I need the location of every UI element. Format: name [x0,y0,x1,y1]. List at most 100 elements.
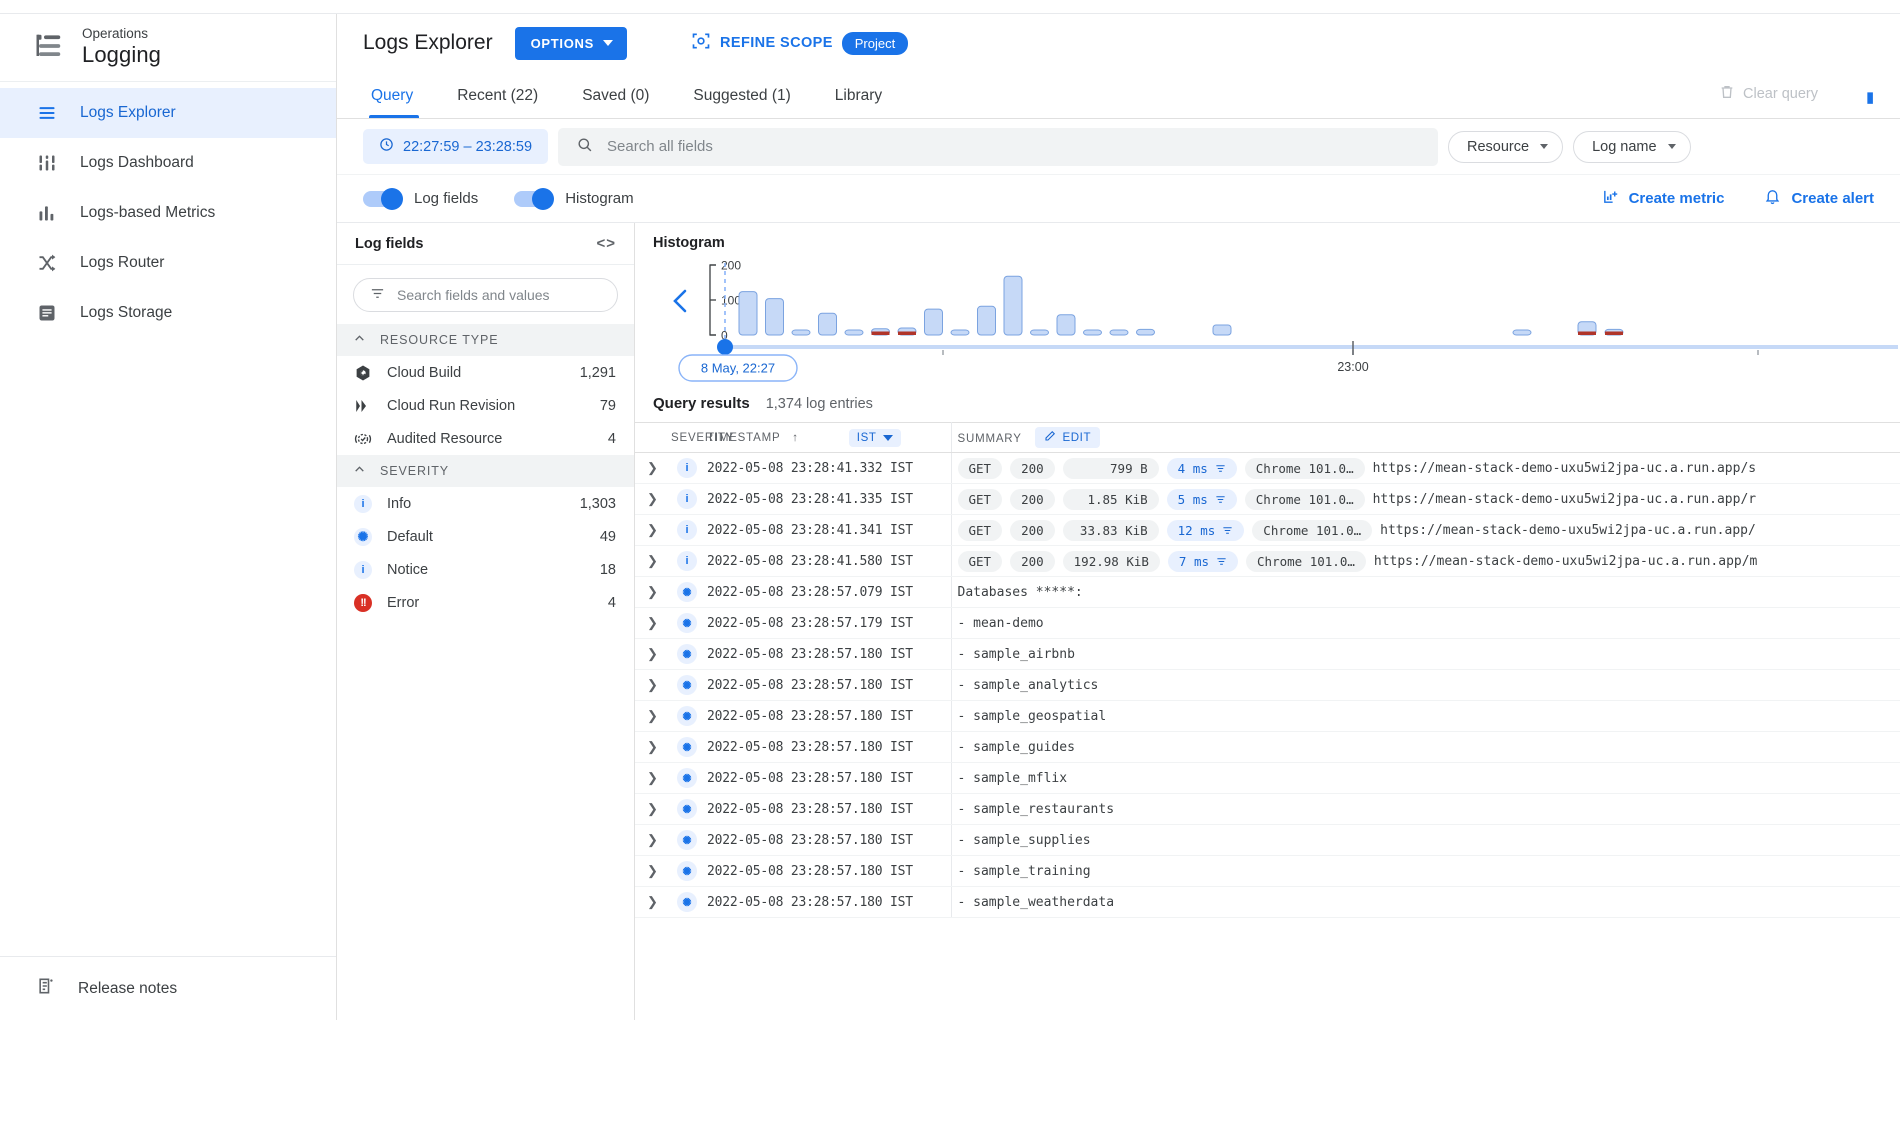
tab-library[interactable]: Library [813,87,904,118]
query-bar: 22:27:59 – 23:28:59 Search all fields Re… [337,119,1900,175]
field-row-notice[interactable]: i Notice 18 [337,553,634,586]
edit-summary-button[interactable]: EDIT [1035,427,1101,448]
table-row[interactable]: ❯ ✺ 2022-05-08 23:28:57.180 IST - sample_re… [635,793,1900,825]
chevron-up-icon [353,463,366,479]
table-row[interactable]: ❯ i 2022-05-08 23:28:41.335 IST GET 200 1.85 … [635,483,1900,515]
row-summary: - sample_airbnb [951,638,1900,670]
log-fields-toggle[interactable] [363,187,403,210]
release-notes-link[interactable]: Release notes [0,956,336,1020]
table-row[interactable]: ❯ ✺ 2022-05-08 23:28:57.180 IST - sample_su… [635,824,1900,856]
default-severity-icon: ✺ [677,861,697,881]
table-row[interactable]: ❯ ✺ 2022-05-08 23:28:57.179 IST - mean-demo [635,607,1900,639]
expand-row-button[interactable]: ❯ [635,514,665,546]
row-summary: GET 200 192.98 KiB 7 ms Chrome 101.0… https:… [951,545,1900,577]
row-timestamp: 2022-05-08 23:28:57.180 IST [701,824,952,856]
default-severity-icon: ✺ [677,675,697,695]
logs-table-head: SEVERITY TIMESTAMP ↑ IST SUMMARY EDIT [635,422,1900,453]
info-severity-icon: i [677,551,697,571]
run-query-button-partial[interactable]: ▮ [1866,88,1880,106]
sidebar-item-logs-based-metrics[interactable]: Logs-based Metrics [0,188,336,238]
field-row-cloud-run-revision[interactable]: Cloud Run Revision 79 [337,389,634,422]
resource-filter-button[interactable]: Resource [1448,130,1564,163]
collapse-expand-icon[interactable]: <> [596,235,616,252]
table-row[interactable]: ❯ ✺ 2022-05-08 23:28:57.180 IST - sample_mf… [635,762,1900,794]
group-header-resource-type[interactable]: RESOURCE TYPE [337,324,634,356]
create-metric-label: Create metric [1628,190,1725,207]
tab-recent[interactable]: Recent (22) [435,87,560,118]
timezone-label: IST [856,431,877,444]
log-text: - sample_guides [957,740,1075,755]
fields-search-input[interactable]: Search fields and values [353,278,618,312]
http-status-tag: 200 [1010,488,1055,510]
field-row-cloud-build[interactable]: Cloud Build 1,291 [337,356,634,389]
trash-icon [1719,84,1735,104]
tab-query[interactable]: Query [363,87,435,118]
chevron-right-icon: ❯ [647,894,658,909]
timezone-selector[interactable]: IST [848,428,901,447]
field-label: Notice [387,561,429,578]
table-row[interactable]: ❯ ✺ 2022-05-08 23:28:57.180 IST - sample_ge… [635,700,1900,732]
field-row-audited-resource[interactable]: Audited Resource 4 [337,422,634,455]
time-range-selector[interactable]: 22:27:59 – 23:28:59 [363,129,549,164]
field-row-info[interactable]: i Info 1,303 [337,487,634,520]
tab-suggested[interactable]: Suggested (1) [671,87,812,118]
chevron-right-icon: ❯ [647,522,658,537]
field-label: Default [387,528,433,545]
table-row[interactable]: ❯ ✺ 2022-05-08 23:28:57.180 IST - sample_we… [635,886,1900,918]
sidebar-item-logs-router[interactable]: Logs Router [0,238,336,288]
expand-row-button[interactable]: ❯ [635,793,665,825]
expand-row-button[interactable]: ❯ [635,886,665,918]
group-header-severity[interactable]: SEVERITY [337,455,634,487]
default-severity-icon: ✺ [677,799,697,819]
field-row-error[interactable]: !! Error 4 [337,586,634,619]
sort-asc-icon[interactable]: ↑ [792,432,799,444]
group-title: SEVERITY [380,464,450,478]
expand-row-button[interactable]: ❯ [635,700,665,732]
expand-row-button[interactable]: ❯ [635,824,665,856]
chevron-right-icon: ❯ [647,832,658,847]
create-alert-button[interactable]: Create alert [1764,188,1874,209]
clear-query-button[interactable]: Clear query [1719,84,1818,104]
expand-row-button[interactable]: ❯ [635,545,665,577]
expand-row-button[interactable]: ❯ [635,855,665,887]
expand-row-button[interactable]: ❯ [635,669,665,701]
expand-row-button[interactable]: ❯ [635,483,665,515]
log-name-filter-label: Log name [1592,138,1657,155]
expand-row-button[interactable]: ❯ [635,731,665,763]
scope-chip[interactable]: Project [841,31,909,55]
expand-row-button[interactable]: ❯ [635,762,665,794]
log-name-filter-button[interactable]: Log name [1573,130,1691,163]
sidebar-item-logs-dashboard[interactable]: Logs Dashboard [0,138,336,188]
table-row[interactable]: ❯ ✺ 2022-05-08 23:28:57.180 IST - sample_an… [635,669,1900,701]
clear-query-label: Clear query [1743,86,1818,102]
table-row[interactable]: ❯ ✺ 2022-05-08 23:28:57.079 IST Databases *… [635,576,1900,608]
search-input[interactable]: Search all fields [558,127,1439,166]
options-button[interactable]: OPTIONS [514,26,627,60]
histogram-toggle[interactable] [514,187,555,210]
expand-row-button[interactable]: ❯ [635,607,665,639]
table-row[interactable]: ❯ ✺ 2022-05-08 23:28:57.180 IST - sample_ai… [635,638,1900,670]
request-url: https://mean-stack-demo-uxu5wi2jpa-uc.a.… [1372,460,1757,476]
sidebar-item-logs-storage[interactable]: Logs Storage [0,288,336,338]
table-row[interactable]: ❯ i 2022-05-08 23:28:41.580 IST GET 200 192.9… [635,545,1900,577]
brand-block: Operations Logging [0,14,336,82]
tab-saved[interactable]: Saved (0) [560,87,671,118]
table-row[interactable]: ❯ i 2022-05-08 23:28:41.332 IST GET 200 799 B… [635,452,1900,484]
table-row[interactable]: ❯ ✺ 2022-05-08 23:28:57.180 IST - sample_tr… [635,855,1900,887]
expand-row-button[interactable]: ❯ [635,452,665,484]
histogram-chart[interactable]: 010020023:008 May, 22:27 [653,255,1900,383]
expand-row-button[interactable]: ❯ [635,576,665,608]
field-row-default[interactable]: ✺ Default 49 [337,520,634,553]
log-fields-title: Log fields [355,235,424,252]
summary-header-label: SUMMARY [957,433,1022,445]
table-row[interactable]: ❯ i 2022-05-08 23:28:41.341 IST GET 200 33.83… [635,514,1900,546]
svg-text:100: 100 [721,294,741,308]
create-metric-button[interactable]: Create metric [1602,188,1725,209]
expand-row-button[interactable]: ❯ [635,638,665,670]
field-count: 4 [607,594,616,611]
refine-scope-button[interactable]: REFINE SCOPE Project [691,31,909,56]
field-label: Cloud Run Revision [387,397,516,414]
table-row[interactable]: ❯ ✺ 2022-05-08 23:28:57.180 IST - sample_gu… [635,731,1900,763]
search-placeholder: Search all fields [607,138,713,155]
sidebar-item-logs-explorer[interactable]: Logs Explorer [0,87,336,138]
